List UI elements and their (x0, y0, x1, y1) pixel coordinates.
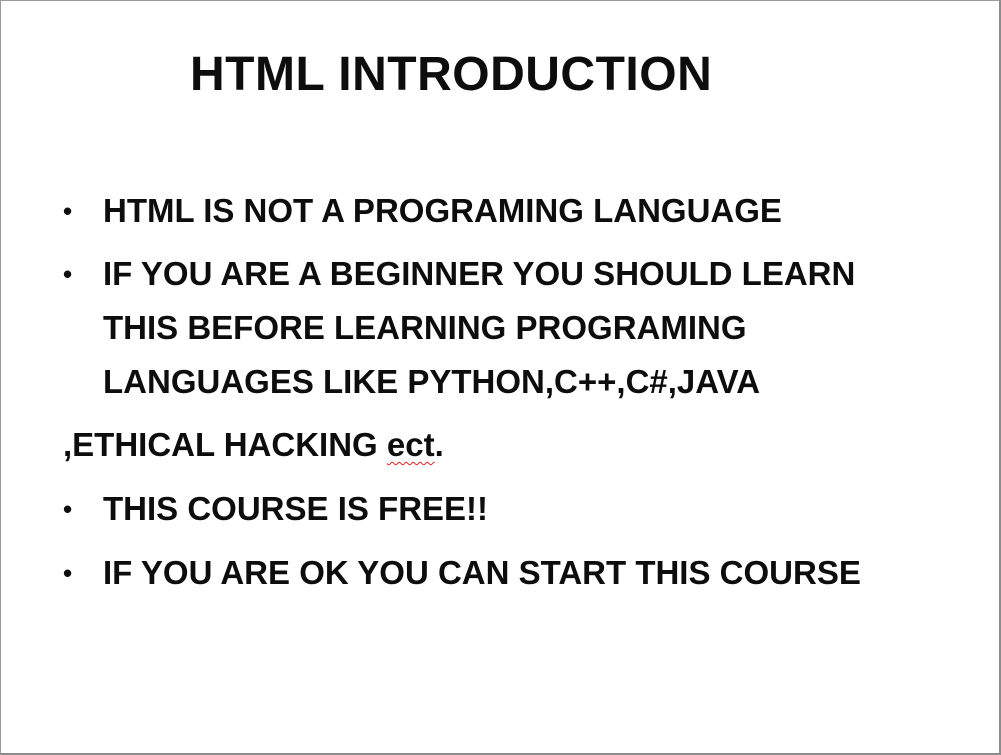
slide: HTML INTRODUCTION • HTML IS NOT A PROGRA… (0, 0, 1001, 755)
slide-title: HTML INTRODUCTION (190, 48, 713, 101)
continuation-line: ,ETHICAL HACKING ect. (63, 418, 444, 472)
bullet-icon: • (63, 259, 73, 289)
bullet-text-2-line-2: THIS BEFORE LEARNING PROGRAMING (103, 309, 747, 346)
bullet-icon: • (63, 558, 73, 588)
bullet-text-3: THIS COURSE IS FREE!! (103, 490, 489, 527)
misspelled-word: ect (386, 426, 435, 463)
bullet-icon: • (63, 494, 73, 524)
continuation-period: . (434, 426, 444, 463)
bullet-text-2-line-3: LANGUAGES LIKE PYTHON,C++,C#,JAVA (103, 363, 761, 400)
bullet-text-4: IF YOU ARE OK YOU CAN START THIS COURSE (103, 554, 861, 591)
bullet-text-1: HTML IS NOT A PROGRAMING LANGUAGE (103, 192, 782, 229)
bullet-text-2-line-1: IF YOU ARE A BEGINNER YOU SHOULD LEARN (103, 255, 856, 292)
bullet-icon: • (63, 196, 73, 226)
continuation-text: ,ETHICAL HACKING (63, 426, 387, 463)
